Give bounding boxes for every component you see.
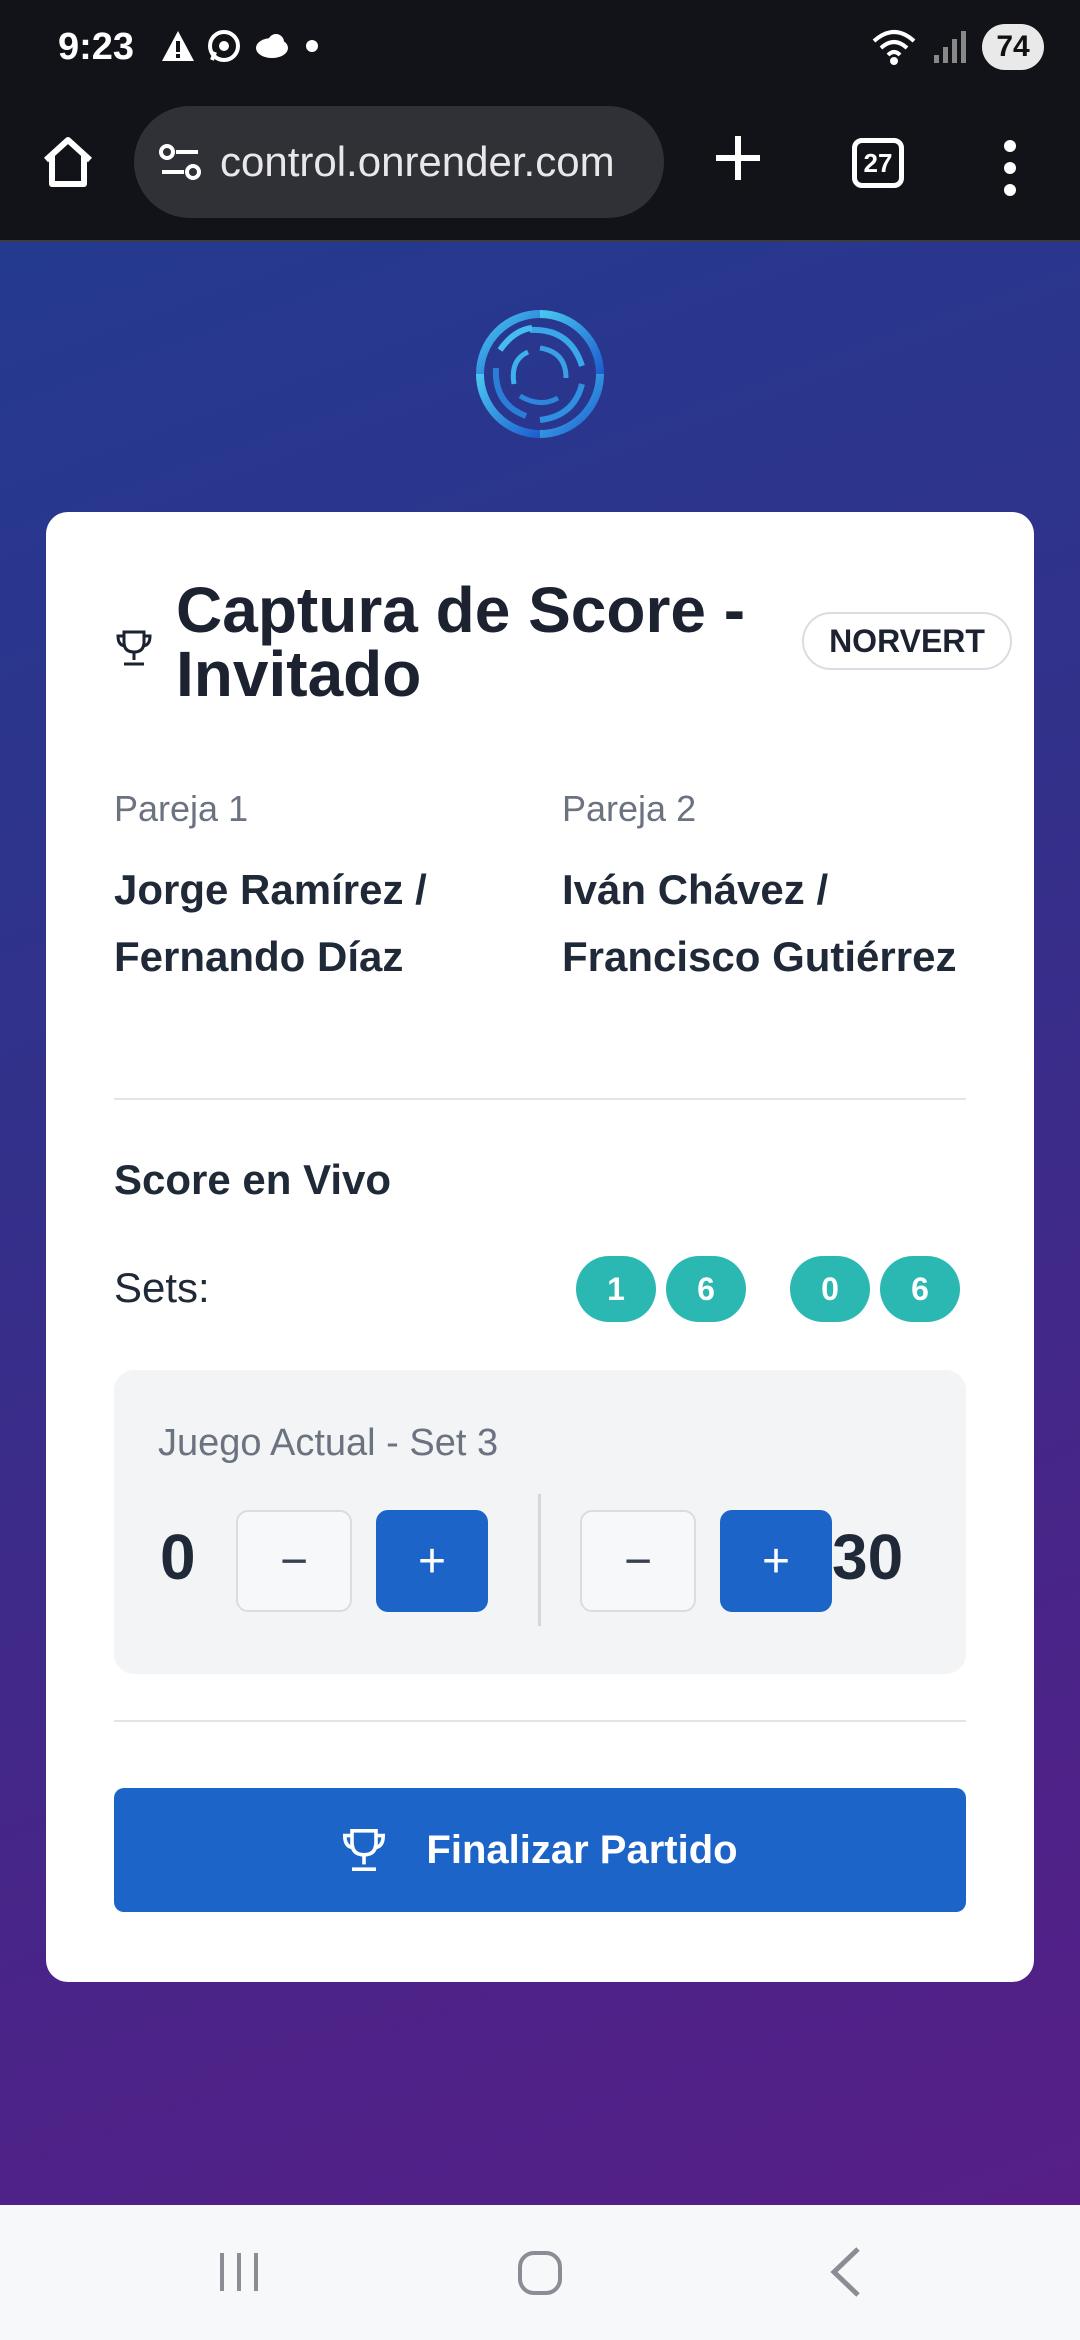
page-title: Captura de Score - Invitado [176,574,746,710]
pair-2-label: Pareja 2 [562,788,697,829]
sets-label: Sets: [114,1264,210,1311]
pair-1-label: Pareja 1 [114,788,249,829]
finish-match-label[interactable]: Finalizar Partido [426,1828,737,1873]
app-logo [476,310,604,438]
section-title: Score en Vivo [114,1156,392,1203]
system-nav-bar [0,2205,1080,2340]
pair-1-game-score: 0 [160,1521,196,1593]
set-chip: 6 [880,1256,960,1322]
warning-icon [162,31,194,61]
pair-2-decrement-button[interactable]: − [580,1510,696,1612]
score-separator [538,1494,541,1626]
tab-switcher-button[interactable]: 27 [852,138,904,188]
signal-icon [934,31,966,63]
pair-1-increment-button[interactable]: + [376,1510,488,1612]
pair-2: Pareja 2 Iván Chávez / Francisco Gutiérr… [562,788,982,990]
pair-1-decrement-button[interactable]: − [236,1510,352,1612]
set-chip: 0 [790,1256,870,1322]
site-settings-icon[interactable] [158,142,202,182]
notification-icons [160,28,322,64]
divider [114,1720,966,1722]
current-game-label: Juego Actual - Set 3 [158,1422,499,1464]
trophy-icon [116,630,152,666]
user-badge: NORVERT [802,612,1012,670]
set-chip: 1 [576,1256,656,1322]
url-text[interactable]: control.onrender.com [220,138,615,186]
pair-2-game-score: 30 [832,1521,904,1593]
divider [114,1098,966,1100]
pair-1: Pareja 1 Jorge Ramírez / Fernando Díaz [114,788,534,990]
new-tab-icon[interactable] [708,128,768,188]
whatsapp-icon [208,30,240,62]
battery-indicator: 74 [982,24,1044,70]
more-options-icon[interactable] [998,138,1022,198]
sets-pair-1: 1 6 [576,1256,746,1322]
dot-icon [306,40,318,52]
home-icon[interactable] [38,132,98,192]
pair-1-names: Jorge Ramírez / Fernando Díaz [114,866,427,980]
home-nav-icon[interactable] [516,2249,564,2297]
recent-apps-icon[interactable] [216,2249,262,2295]
back-icon[interactable] [826,2245,866,2299]
set-chip: 6 [666,1256,746,1322]
wifi-icon [872,30,916,65]
trophy-icon [343,1829,386,1871]
finish-match-button[interactable]: Finalizar Partido [114,1788,966,1912]
address-bar[interactable]: control.onrender.com [134,106,664,218]
pair-2-names: Iván Chávez / Francisco Gutiérrez [562,866,957,980]
pair-2-increment-button[interactable]: + [720,1510,832,1612]
current-game-panel: Juego Actual - Set 3 0 − + − + 30 [114,1370,966,1674]
page-content: Captura de Score - Invitado NORVERT Pare… [0,242,1080,2205]
cloud-icon [256,34,288,58]
sets-pair-2: 0 6 [790,1256,960,1322]
browser-toolbar: control.onrender.com 27 [0,102,1080,242]
score-card: Captura de Score - Invitado NORVERT Pare… [46,512,1034,1982]
status-bar: 9:23 74 [0,0,1080,102]
status-time: 9:23 [58,26,135,68]
